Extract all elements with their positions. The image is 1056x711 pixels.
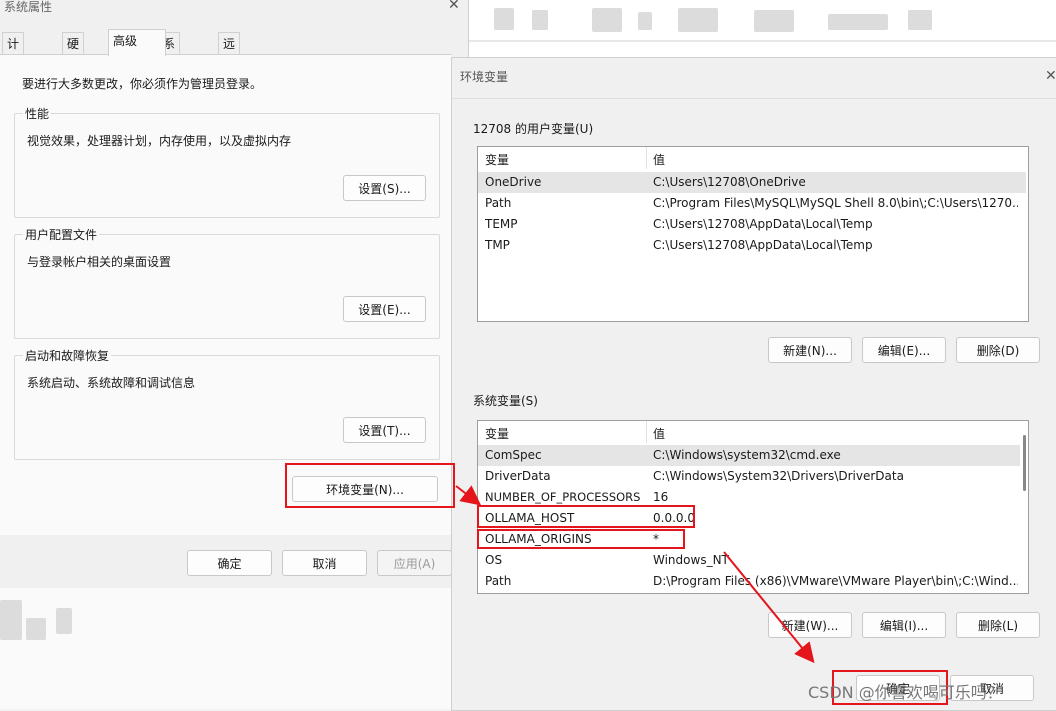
watermark: CSDN @你喜欢喝可乐吗？ xyxy=(808,683,1003,702)
arrow-to-system-vars xyxy=(455,485,482,506)
arrow-to-ok-button xyxy=(723,551,815,664)
tab-advanced[interactable]: 高级 xyxy=(108,29,166,56)
annotation-arrows xyxy=(455,485,815,664)
